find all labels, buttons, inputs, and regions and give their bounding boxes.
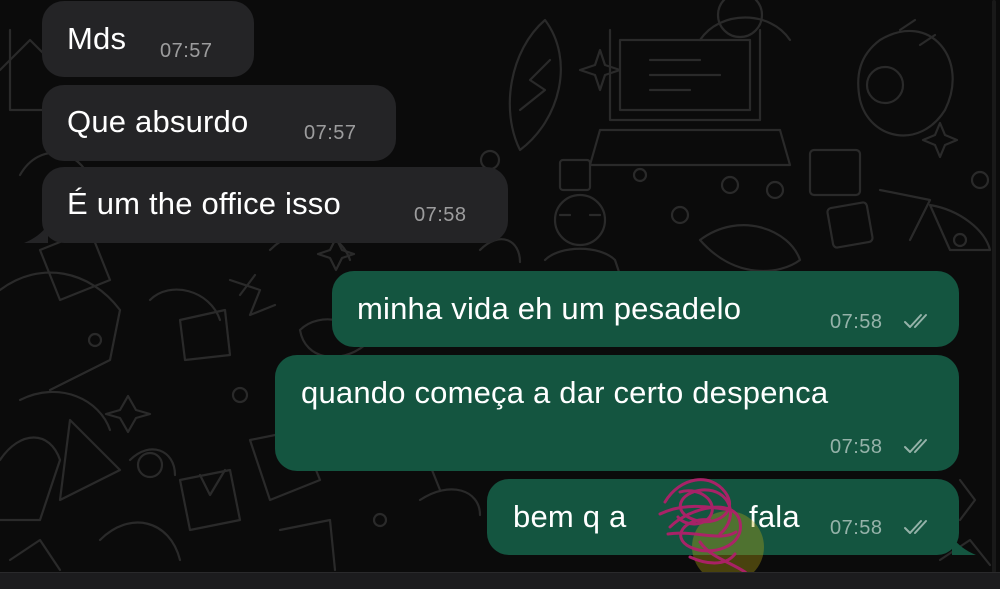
input-bar-edge	[0, 572, 1000, 589]
bubble-tail	[952, 537, 976, 555]
message-time: 07:58	[830, 436, 883, 458]
double-check-icon	[904, 520, 927, 534]
outgoing-message[interactable]: minha vida eh um pesadelo 07:58	[332, 271, 959, 347]
message-text: É um the office isso	[67, 186, 341, 221]
incoming-message[interactable]: Que absurdo 07:57	[42, 85, 396, 161]
double-check-icon	[904, 439, 927, 453]
message-time: 07:58	[414, 204, 467, 226]
incoming-message[interactable]: É um the office isso 07:58	[42, 167, 508, 243]
message-time: 07:57	[160, 40, 213, 62]
message-time: 07:58	[830, 517, 883, 539]
incoming-message[interactable]: Mds 07:57	[42, 1, 254, 77]
message-text: Mds	[67, 21, 127, 56]
message-text: quando começa a dar certo despenca	[301, 375, 829, 410]
message-text-start: bem q a	[513, 499, 627, 534]
chat-area[interactable]: Mds 07:57 Que absurdo 07:57 É um the off…	[0, 0, 1000, 573]
message-time: 07:57	[304, 122, 357, 144]
double-check-icon	[904, 314, 927, 328]
scribble-redaction	[658, 478, 764, 573]
outgoing-message[interactable]: quando começa a dar certo despenca 07:58	[275, 355, 959, 471]
message-text: minha vida eh um pesadelo	[357, 291, 742, 326]
message-time: 07:58	[830, 311, 883, 333]
chat-scrollbar[interactable]	[992, 0, 996, 573]
message-text: Que absurdo	[67, 104, 249, 139]
